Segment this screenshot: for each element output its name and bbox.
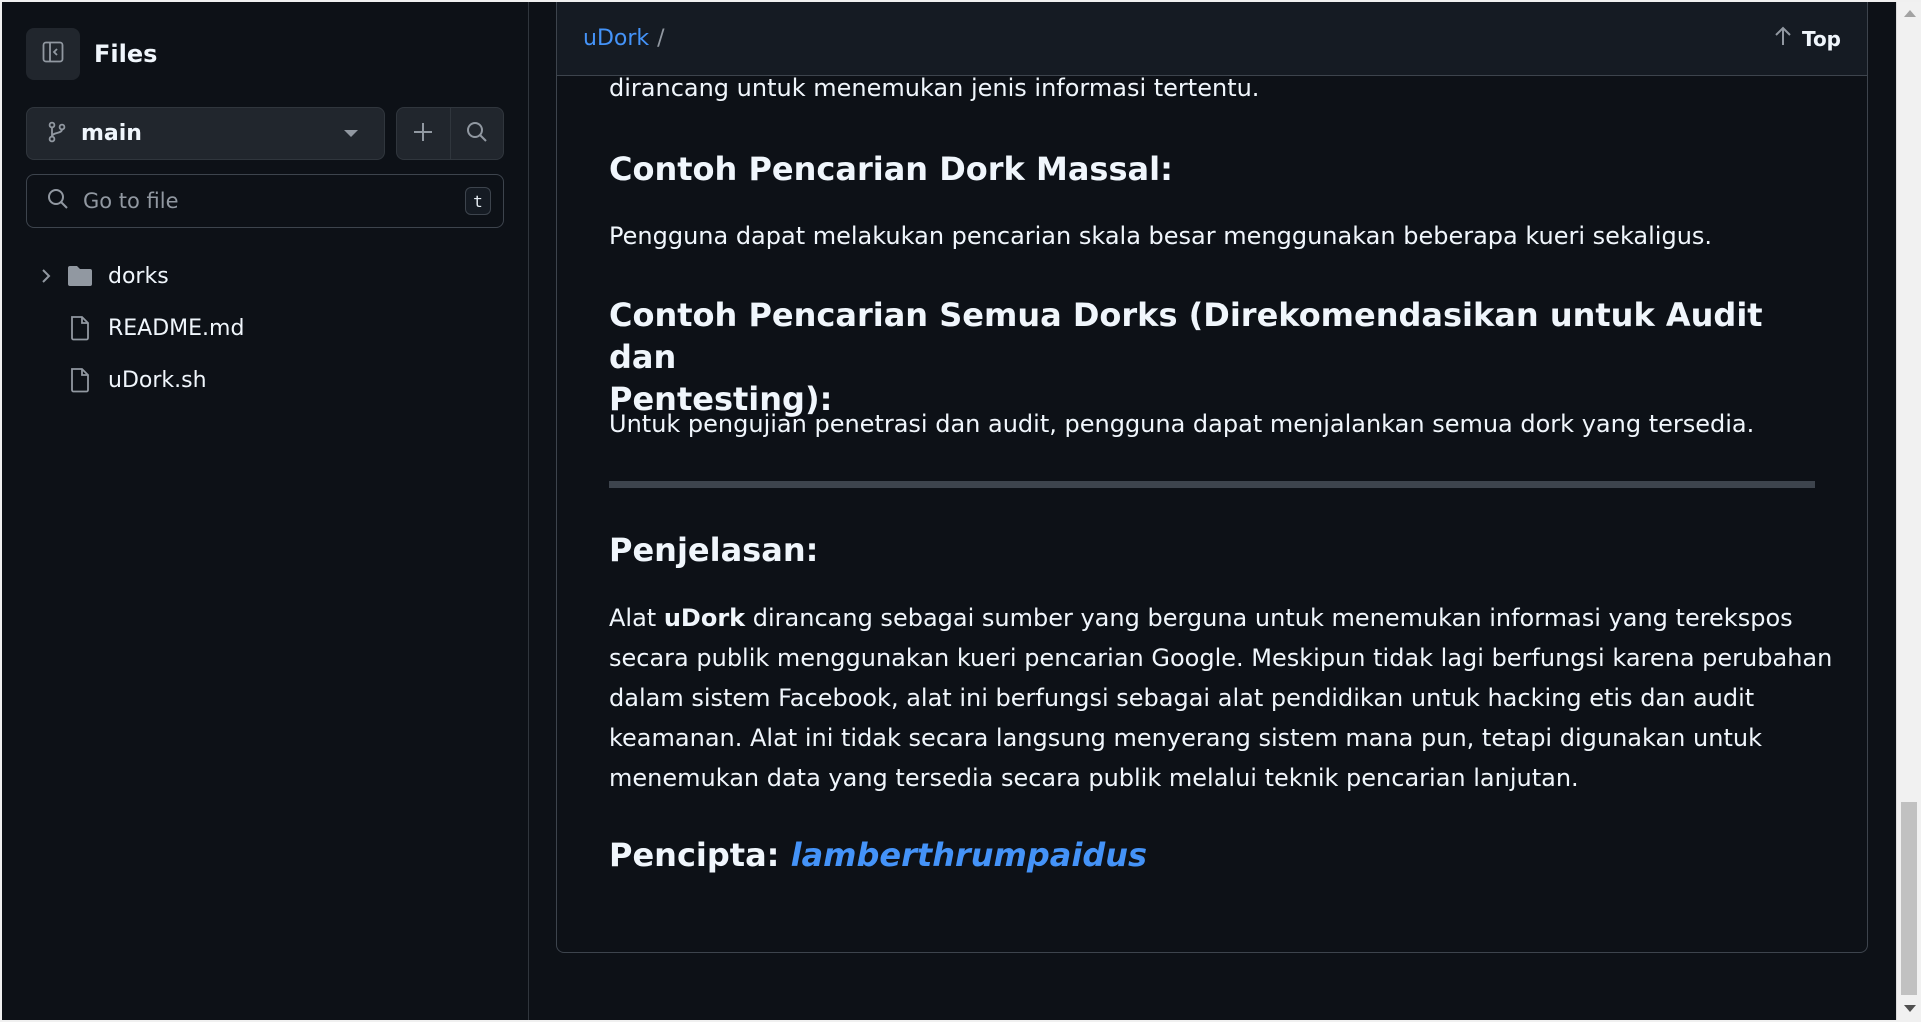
tree-item-dorks[interactable]: dorks [26,250,504,302]
add-file-button[interactable] [397,108,450,159]
sidebar-collapse-icon [41,40,65,68]
readme-card: uDork / Top dirancang untuk menemukan je… [556,2,1868,953]
paragraph-line: secara publik menggunakan kueri pencaria… [609,644,1833,672]
tree-item-label: uDork.sh [108,367,207,393]
tree-item-readme[interactable]: README.md [26,302,504,354]
chevron-right-icon[interactable] [26,268,66,284]
file-icon [66,315,94,341]
git-branch-icon [47,121,67,147]
breadcrumb-separator: / [657,26,665,51]
paragraph-text: Alat [609,604,664,632]
creator-heading: Pencipta: lamberthrumpaidus [609,834,1147,876]
plus-icon [412,121,434,147]
paragraph-line: menemukan data yang tersedia secara publ… [609,764,1579,792]
branch-name: main [81,121,142,146]
section-text: Pengguna dapat melakukan pencarian skala… [609,222,1713,250]
file-icon [66,367,94,393]
readme-viewer: uDork / Top dirancang untuk menemukan je… [530,2,1896,1020]
file-tree-sidebar: Files main Go to file t dorks README.md … [2,2,529,1020]
intro-text: dirancang untuk menemukan jenis informas… [609,74,1260,102]
paragraph-text: dirancang sebagai sumber yang berguna un… [745,604,1793,632]
tree-item-label: dorks [108,263,169,289]
chevron-down-icon [344,130,358,137]
branch-selector-button[interactable]: main [26,107,385,160]
tool-name-bold: uDork [663,604,746,632]
section-text: Untuk pengujian penetrasi dan audit, pen… [609,410,1755,438]
scroll-top-label: Top [1801,26,1841,51]
arrow-up-icon [1774,26,1802,51]
folder-icon [66,264,94,288]
scrollbar-thumb[interactable] [1901,802,1917,995]
breadcrumb-repo-link[interactable]: uDork [583,26,649,51]
keyboard-shortcut-hint: t [465,187,491,215]
go-to-file-input[interactable] [83,189,465,213]
sidebar-title: Files [94,40,158,68]
creator-link[interactable]: lamberthrumpaidus [791,836,1147,874]
creator-label: Pencipta: [609,836,791,874]
horizontal-rule [609,481,1815,488]
scroll-top-button[interactable]: Top [1774,26,1841,51]
file-actions-group [396,107,504,160]
sticky-header: uDork / Top [557,2,1867,76]
scroll-up-arrow-icon[interactable] [1904,10,1916,17]
page-scrollbar[interactable] [1896,2,1921,1020]
collapse-sidebar-button[interactable] [26,28,80,80]
tree-item-label: README.md [108,315,245,341]
search-code-button[interactable] [449,108,504,159]
scroll-down-arrow-icon[interactable] [1904,1005,1916,1012]
paragraph-line: keamanan. Alat ini tidak secara langsung… [609,724,1762,752]
description-paragraph: Alat uDork dirancang sebagai sumber yang… [609,598,1833,798]
paragraph-line: Alat uDork dirancang sebagai sumber yang… [609,598,1815,638]
section-heading: Penjelasan: [609,531,819,569]
tree-item-udork-sh[interactable]: uDork.sh [26,354,504,406]
go-to-file-search[interactable]: t [26,174,504,228]
section-heading: Contoh Pencarian Dork Massal: [609,150,1173,188]
search-icon [466,121,488,147]
file-tree: dorks README.md uDork.sh [26,250,504,406]
search-icon [47,188,69,214]
sidebar-header: Files [26,28,157,80]
paragraph-line: dalam sistem Facebook, alat ini berfungs… [609,684,1755,712]
section-heading-line: Contoh Pencarian Semua Dorks (Direkomend… [609,296,1763,376]
section-heading: Contoh Pencarian Semua Dorks (Direkomend… [609,294,1815,420]
